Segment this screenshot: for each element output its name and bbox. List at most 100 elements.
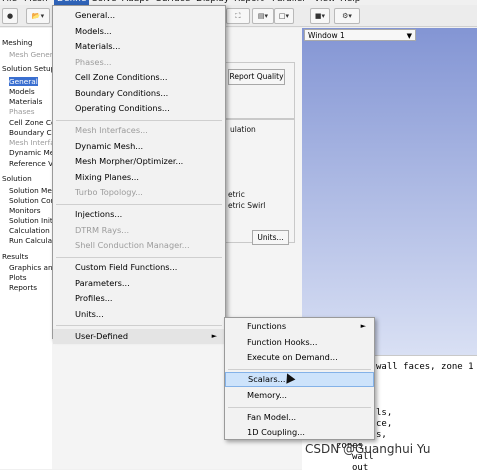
menu-item-label: DTRM Rays... xyxy=(75,224,130,235)
console-line: ls, xyxy=(376,408,393,418)
menu-item-operating-conditions[interactable]: Operating Conditions... xyxy=(53,101,225,116)
menu-separator xyxy=(228,406,371,408)
menu-separator xyxy=(56,256,222,258)
menu-item-cell-zone-conditions[interactable]: Cell Zone Conditions... xyxy=(53,70,225,85)
menu-item-materials[interactable]: Materials... xyxy=(53,39,225,54)
menu-item-label: Fan Model... xyxy=(247,411,297,422)
tree-item[interactable]: Solution Setup xyxy=(0,64,52,74)
menu-item-scalars[interactable]: Scalars... xyxy=(225,372,374,388)
menu-item-mixing-planes[interactable]: Mixing Planes... xyxy=(53,170,225,185)
tree-item-label: Phases xyxy=(9,107,35,116)
tree-item[interactable]: Mesh Generation xyxy=(0,50,52,60)
menu-item-models[interactable]: Models... xyxy=(53,24,225,39)
tree-item[interactable]: Reports xyxy=(0,283,37,293)
menu-item-phases: Phases... xyxy=(53,55,225,70)
menu-item-label: 1D Coupling... xyxy=(247,427,305,438)
console-line: wall faces, zone 1 xyxy=(376,362,474,372)
tree-item-label: Materials xyxy=(9,97,43,106)
tree-item-label: Boundary Conditions xyxy=(9,128,52,137)
menu-item-turbo-topology: Turbo Topology... xyxy=(53,185,225,200)
tree-item-label: Solution Initialization xyxy=(9,216,52,225)
window-select[interactable]: Window 1 ▼ xyxy=(304,29,416,41)
tree-item-label: Mesh Generation xyxy=(9,50,52,59)
tree-item[interactable]: Results xyxy=(0,252,28,262)
tree-item[interactable]: Solution Methods xyxy=(0,186,52,196)
tree-item[interactable]: Solution xyxy=(0,174,32,184)
tree-item[interactable]: Boundary Conditions xyxy=(0,128,52,138)
menu-item-label: Injections... xyxy=(75,209,123,219)
tree-item[interactable]: Mesh Interfaces xyxy=(0,138,52,148)
console-line: ce, xyxy=(376,419,393,429)
tree-item[interactable]: General xyxy=(0,77,38,87)
tree-item[interactable]: Phases xyxy=(0,107,35,117)
menu-item-dynamic-mesh[interactable]: Dynamic Mesh... xyxy=(53,139,225,154)
menu-item-injections[interactable]: Injections... xyxy=(53,207,225,222)
menu-item-label: Mesh Morpher/Optimizer... xyxy=(75,156,184,166)
define-menu: General... Models... Materials... Phases...… xyxy=(52,5,226,344)
menu-item-label: Mesh Interfaces... xyxy=(75,125,148,135)
menu-item-execute-on-demand[interactable]: Execute on Demand... xyxy=(225,350,374,365)
window-icon[interactable]: □▾ xyxy=(274,8,294,24)
menu-item-user-defined[interactable]: User-Defined ► xyxy=(53,328,225,344)
menu-item-profiles[interactable]: Profiles... xyxy=(53,291,225,306)
menu-item-1d-coupling[interactable]: 1D Coupling... xyxy=(225,425,374,440)
menu-item-fan-model[interactable]: Fan Model... xyxy=(225,410,374,425)
tree-item[interactable]: Meshing xyxy=(0,38,33,48)
menu-item-label: Shell Conduction Manager... xyxy=(75,240,190,250)
graphics-window[interactable] xyxy=(302,28,477,355)
menu-item-mesh-morpher-optimizer[interactable]: Mesh Morpher/Optimizer... xyxy=(53,154,225,169)
tree-item-label: Calculation Activities xyxy=(9,226,52,235)
tree-item-label: Reports xyxy=(9,283,37,292)
tree-item[interactable]: Dynamic Mesh xyxy=(0,148,52,158)
tree-item-label: Mesh Interfaces xyxy=(9,138,52,147)
menu-item-boundary-conditions[interactable]: Boundary Conditions... xyxy=(53,86,225,101)
menu-item-label: Custom Field Functions... xyxy=(75,262,178,272)
tree-item-label: Dynamic Mesh xyxy=(9,148,52,157)
menu-item-general[interactable]: General... xyxy=(53,8,225,23)
chevron-right-icon: ► xyxy=(211,331,217,340)
tree-item[interactable]: Plots xyxy=(0,273,27,283)
chevron-down-icon: ▼ xyxy=(406,32,412,40)
tree-item-label: Solution Methods xyxy=(9,186,52,195)
menu-separator xyxy=(56,325,222,327)
tree-item-label: Models xyxy=(9,87,35,96)
tree-item[interactable]: Solution Controls xyxy=(0,196,52,206)
tree-item[interactable]: Solution Initialization xyxy=(0,216,52,226)
menu-item-label: Operating Conditions... xyxy=(75,103,170,113)
menu-item-label: Parameters... xyxy=(75,277,130,288)
camera-icon[interactable]: ⚙▾ xyxy=(334,8,360,24)
menu-item-label: Models... xyxy=(75,25,112,36)
tree-item[interactable]: Run Calculation xyxy=(0,236,52,246)
tree-item[interactable]: Cell Zone Conditions xyxy=(0,118,52,128)
menu-item-label: Mixing Planes... xyxy=(75,171,139,182)
menu-item-parameters[interactable]: Parameters... xyxy=(53,276,225,291)
toolbar-button[interactable]: ⛶ xyxy=(226,8,250,24)
chevron-right-icon: ► xyxy=(360,322,366,330)
tree-item[interactable]: Materials xyxy=(0,97,42,107)
open-folder-icon[interactable]: 📂▾ xyxy=(26,8,50,24)
report-quality-button[interactable]: Report Quality xyxy=(228,69,285,85)
units-button[interactable]: Units... xyxy=(252,230,289,245)
tree-item[interactable]: Graphics and Animations xyxy=(0,263,52,273)
menu-item-units[interactable]: Units... xyxy=(53,307,225,322)
window-icon[interactable]: ■▾ xyxy=(310,8,330,24)
menu-item-label: Turbo Topology... xyxy=(75,187,143,197)
menu-item-dtrm-rays: DTRM Rays... xyxy=(53,223,225,238)
navigation-tree: Meshing Mesh Generation Solution Setup Gene… xyxy=(0,28,52,469)
tree-item-label: Meshing xyxy=(2,38,33,47)
view-icon[interactable]: ▤▾ xyxy=(252,8,274,24)
menu-item-label: Profiles... xyxy=(75,293,113,303)
tree-item-label: Plots xyxy=(9,273,27,282)
tree-item[interactable]: Models xyxy=(0,87,35,97)
menu-item-custom-field-functions[interactable]: Custom Field Functions... xyxy=(53,260,225,275)
menu-item-memory[interactable]: Memory... xyxy=(225,388,374,403)
toolbar-button[interactable]: ● xyxy=(2,8,18,24)
menu-item-shell-conduction-manager: Shell Conduction Manager... xyxy=(53,238,225,253)
menu-item-function-hooks[interactable]: Function Hooks... xyxy=(225,335,374,350)
watermark: CSDN @Guanghui Yu xyxy=(305,442,431,456)
tree-item[interactable]: Reference Values xyxy=(0,159,52,169)
tree-item[interactable]: Monitors xyxy=(0,206,41,216)
menu-item-functions[interactable]: Functions ► xyxy=(225,319,374,334)
window-select-value: Window 1 xyxy=(308,31,345,40)
tree-item[interactable]: Calculation Activities xyxy=(0,226,52,236)
